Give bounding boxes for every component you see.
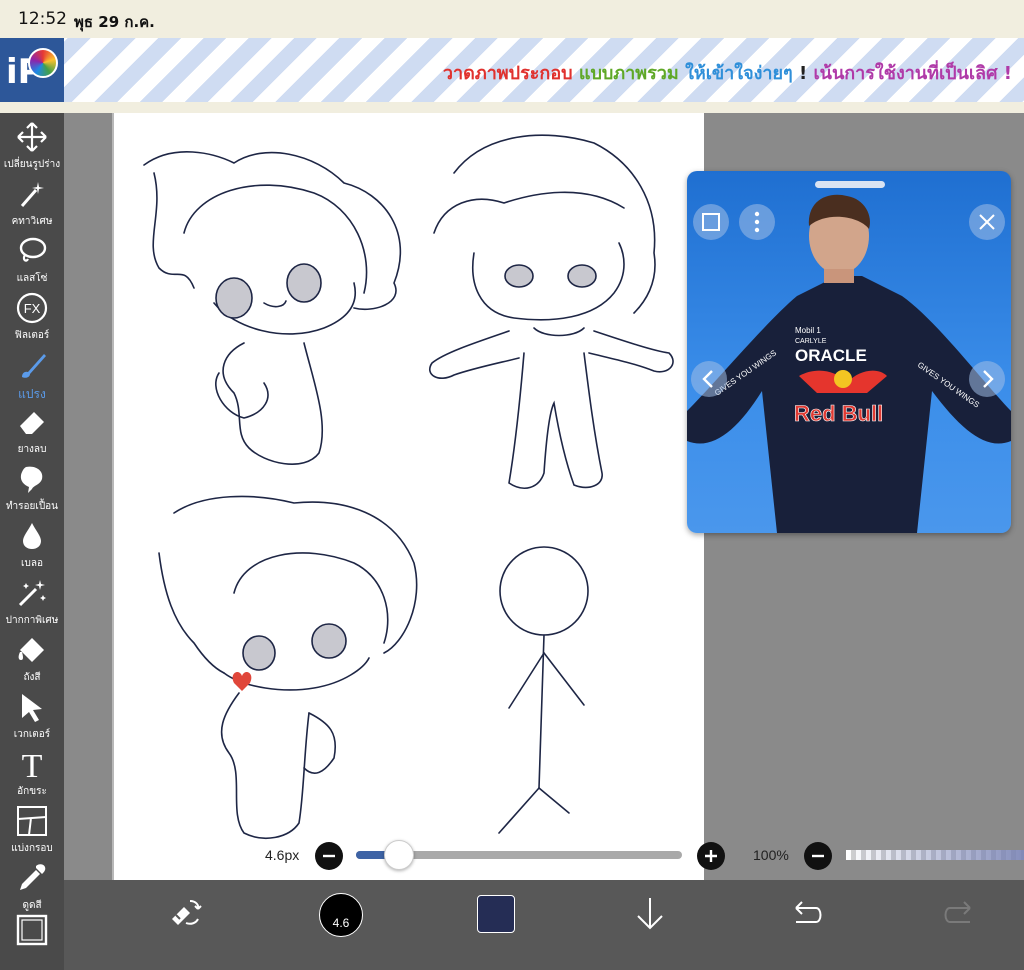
frame-divider-icon [17, 806, 47, 836]
text-icon: T [22, 748, 43, 780]
move-icon [17, 122, 47, 152]
smudge-icon [20, 466, 43, 493]
brush-opacity-decrease-button[interactable] [804, 842, 832, 870]
tool-eraser[interactable]: ยางลบ [0, 402, 64, 460]
brush-size-preview-text: 4.6 [332, 916, 350, 930]
down-arrow-icon[interactable] [630, 894, 670, 934]
tool-label: แลสโซ่ [16, 273, 48, 284]
sketch-drawing [143, 134, 674, 839]
tool-canvas[interactable] [0, 910, 64, 968]
tool-label: ถังสี [23, 672, 41, 683]
ibispaint-logo-icon[interactable]: iP [0, 38, 64, 102]
tool-vector[interactable]: เวกเตอร์ [0, 687, 64, 745]
banner-text[interactable]: วาดภาพประกอบ แบบภาพรวม ให้เข้าใจง่ายๆ ! … [443, 58, 1012, 87]
tool-bucket[interactable]: ถังสี [0, 630, 64, 688]
tool-label: คทาวิเศษ [11, 216, 53, 227]
tool-eyedropper[interactable]: ดูดสี [0, 858, 64, 916]
chevron-right-icon [983, 370, 994, 388]
brush-opacity-label: 100% [753, 847, 789, 863]
canvas-icon [16, 914, 48, 946]
reference-window[interactable]: ORACLE Red Bull Mobil 1 CARLYLE GIVES YO… [687, 171, 1011, 533]
drawing-canvas[interactable] [114, 113, 704, 880]
reference-fullscreen-button[interactable] [693, 204, 729, 240]
eraser-icon [20, 412, 44, 434]
lasso-icon [19, 237, 47, 262]
chevron-left-icon [702, 370, 713, 388]
close-icon [979, 214, 995, 230]
reference-close-button[interactable] [969, 204, 1005, 240]
banner-text-part: ! [799, 63, 808, 84]
bucket-icon [18, 638, 44, 662]
tool-magic-wand[interactable]: คทาวิเศษ [0, 174, 64, 232]
reference-sponsor-oracle: ORACLE [795, 346, 867, 365]
undo-icon[interactable] [786, 894, 826, 934]
vector-arrow-icon [22, 694, 42, 722]
tool-blur[interactable]: เบลอ [0, 516, 64, 574]
magic-wand-icon [20, 182, 44, 207]
reference-sponsor-carlyle: CARLYLE [795, 338, 827, 345]
swap-tool-icon[interactable] [166, 893, 206, 933]
tool-special-pen[interactable]: ปากกาพิเศษ [0, 573, 64, 631]
tool-lasso[interactable]: แลสโซ่ [0, 231, 64, 289]
tool-smudge[interactable]: ทำรอยเปื้อน [0, 459, 64, 517]
current-color-button[interactable] [477, 895, 515, 933]
blur-drop-icon [23, 523, 41, 549]
status-time: 12:52 [18, 9, 67, 29]
plus-icon [705, 850, 717, 862]
status-bar: 12:52 พุธ 29 ก.ค. [0, 0, 1024, 38]
color-wheel-icon [28, 48, 58, 78]
brush-icon [22, 354, 46, 378]
tool-label: เวกเตอร์ [13, 729, 51, 740]
tool-label: ทำรอยเปื้อน [5, 501, 59, 512]
banner-text-part: แบบภาพรวม [578, 63, 679, 84]
bottom-toolbar [64, 880, 1024, 970]
reference-prev-button[interactable] [691, 361, 727, 397]
banner-text-part: ให้เข้าใจง่ายๆ [685, 63, 793, 84]
banner-text-part: วาดภาพประกอบ [442, 63, 573, 84]
tool-label: อักขระ [17, 786, 47, 797]
tool-brush[interactable]: แปรง [0, 345, 64, 403]
minus-icon [812, 854, 824, 858]
brush-size-slider[interactable] [356, 840, 682, 870]
special-pen-icon [18, 580, 46, 607]
tool-label: ยางลบ [17, 444, 47, 455]
reference-next-button[interactable] [969, 361, 1005, 397]
reference-photo: ORACLE Red Bull Mobil 1 CARLYLE GIVES YO… [687, 194, 1011, 533]
tool-label: แบ่งกรอบ [11, 843, 53, 854]
more-vertical-icon [754, 211, 760, 233]
tool-label: เปลี่ยนรูปร่าง [3, 159, 61, 170]
status-date: พุธ 29 ก.ค. [74, 13, 155, 31]
banner-text-part: เน้นการใช้งานที่เป็นเลิศ ! [813, 63, 1012, 84]
tool-label: เบลอ [21, 558, 43, 569]
brush-opacity-slider[interactable] [846, 850, 1024, 860]
tool-label: ปากกาพิเศษ [5, 615, 59, 626]
tool-transform[interactable]: เปลี่ยนรูปร่าง [0, 117, 64, 175]
fx-icon: FX [16, 292, 48, 324]
reference-sponsor-mobil: Mobil 1 [795, 326, 821, 335]
brush-size-preview-button[interactable]: 4.6 [319, 893, 363, 937]
brush-size-label: 4.6px [265, 847, 300, 863]
tool-frame-divider[interactable]: แบ่งกรอบ [0, 801, 64, 859]
reference-menu-button[interactable] [739, 204, 775, 240]
brush-size-decrease-button[interactable] [315, 842, 343, 870]
svg-text:FX: FX [24, 301, 41, 316]
tool-label: ฟิลเตอร์ [14, 330, 50, 341]
reference-sponsor-redbull: Red Bull [794, 401, 883, 426]
brush-size-increase-button[interactable] [697, 842, 725, 870]
tool-text[interactable]: T อักขระ [0, 744, 64, 802]
svg-text:T: T [22, 748, 43, 780]
minus-icon [323, 854, 335, 858]
redo-icon[interactable] [940, 894, 980, 934]
heart-mark [232, 672, 252, 691]
brush-size-knob[interactable] [384, 840, 414, 870]
square-icon [702, 213, 720, 231]
eyedropper-icon [20, 864, 46, 890]
tool-filter[interactable]: FX ฟิลเตอร์ [0, 288, 64, 346]
tool-sidebar: เปลี่ยนรูปร่าง คทาวิเศษ แลสโซ่ FX ฟิลเตอ… [0, 113, 64, 970]
